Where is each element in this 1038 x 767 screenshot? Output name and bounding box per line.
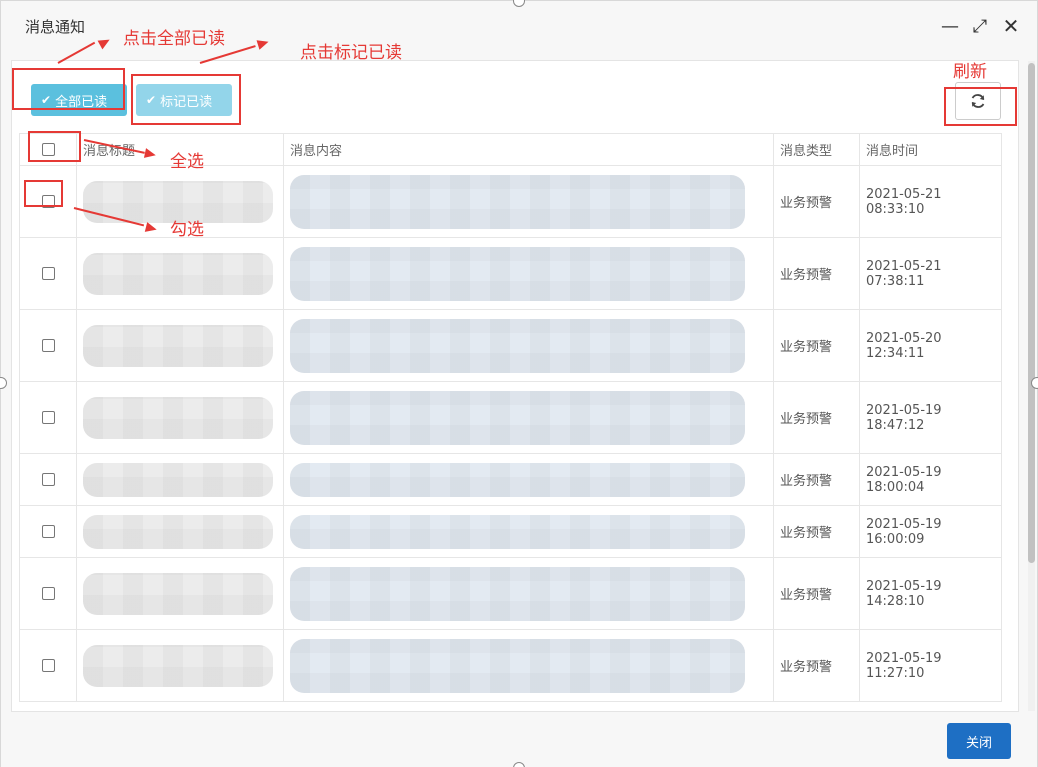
redacted-title [83, 644, 273, 687]
row-type: 业务预警 [773, 237, 860, 310]
row-check-cell [19, 381, 77, 454]
close-button[interactable]: 关闭 [947, 723, 1011, 759]
dialog-title: 消息通知 [25, 18, 86, 36]
row-check-cell [19, 309, 77, 382]
message-table: 消息标题 消息内容 消息类型 消息时间 业务预警 2021-05-21 08:3… [19, 133, 1002, 702]
minimize-icon[interactable]: — [939, 15, 961, 37]
redacted-content [290, 246, 745, 301]
redacted-title [83, 514, 273, 549]
row-check-cell [19, 237, 77, 310]
row-check-cell [19, 505, 77, 558]
row-time: 2021-05-19 16:00:09 [859, 505, 1002, 558]
row-content [283, 453, 774, 506]
header-time: 消息时间 [859, 133, 1002, 166]
annotation-box-mark-read [131, 74, 241, 125]
row-time: 2021-05-19 11:27:10 [859, 629, 1002, 702]
row-time: 2021-05-21 07:38:11 [859, 237, 1002, 310]
row-time: 2021-05-19 18:00:04 [859, 453, 1002, 506]
dialog-footer [1, 712, 1037, 767]
row-checkbox[interactable] [41, 267, 55, 280]
table-row[interactable]: 业务预警 2021-05-19 14:28:10 [19, 557, 1002, 630]
redacted-content [290, 462, 745, 497]
redacted-title [83, 396, 273, 439]
annotation-arrow-head [143, 148, 157, 161]
row-checkbox[interactable] [41, 659, 55, 672]
redacted-content [290, 638, 745, 693]
redacted-content [290, 174, 745, 229]
redacted-content [290, 566, 745, 621]
row-title [76, 453, 284, 506]
resize-handle-bottom[interactable] [513, 762, 525, 767]
annotation-box-mark-all-read [12, 68, 125, 110]
row-type: 业务预警 [773, 381, 860, 454]
row-check-cell [19, 557, 77, 630]
row-time: 2021-05-19 18:47:12 [859, 381, 1002, 454]
row-time: 2021-05-19 14:28:10 [859, 557, 1002, 630]
message-panel: ✔ 全部已读 ✔ 标记已读 消息标题 消息内容 消息类型 消息时间 业务预警 2… [11, 60, 1019, 712]
table-row[interactable]: 业务预警 2021-05-19 16:00:09 [19, 505, 1002, 558]
row-check-cell [19, 629, 77, 702]
annotation-box-check-one [24, 180, 63, 207]
row-content [283, 309, 774, 382]
resize-handle-left[interactable] [0, 377, 7, 389]
row-content [283, 237, 774, 310]
table-row[interactable]: 业务预警 2021-05-21 08:33:10 [19, 165, 1002, 238]
row-title [76, 557, 284, 630]
row-content [283, 629, 774, 702]
table-row[interactable]: 业务预警 2021-05-19 18:47:12 [19, 381, 1002, 454]
row-type: 业务预警 [773, 629, 860, 702]
row-content [283, 165, 774, 238]
maximize-icon[interactable]: ⤢ [969, 15, 991, 37]
redacted-content [290, 514, 745, 549]
row-title [76, 381, 284, 454]
header-type: 消息类型 [773, 133, 860, 166]
row-title [76, 629, 284, 702]
row-title [76, 237, 284, 310]
row-check-cell [19, 453, 77, 506]
annotation-mark-all-read: 点击全部已读 [123, 29, 225, 49]
row-checkbox[interactable] [41, 339, 55, 352]
redacted-content [290, 318, 745, 373]
row-time: 2021-05-21 08:33:10 [859, 165, 1002, 238]
close-icon[interactable]: ✕ [1000, 14, 1022, 38]
redacted-title [83, 324, 273, 367]
redacted-content [290, 390, 745, 445]
row-type: 业务预警 [773, 453, 860, 506]
header-content: 消息内容 [283, 133, 774, 166]
redacted-title [83, 252, 273, 295]
annotation-select-all: 全选 [170, 152, 204, 172]
annotation-check-one: 勾选 [170, 220, 204, 240]
table-row[interactable]: 业务预警 2021-05-19 18:00:04 [19, 453, 1002, 506]
row-type: 业务预警 [773, 557, 860, 630]
row-title [76, 505, 284, 558]
annotation-refresh: 刷新 [953, 62, 987, 82]
table-header-row: 消息标题 消息内容 消息类型 消息时间 [19, 133, 1002, 166]
resize-handle-right[interactable] [1031, 377, 1038, 389]
row-checkbox[interactable] [41, 411, 55, 424]
row-content [283, 381, 774, 454]
table-row[interactable]: 业务预警 2021-05-20 12:34:11 [19, 309, 1002, 382]
redacted-title [83, 462, 273, 497]
scrollbar-thumb[interactable] [1028, 63, 1035, 563]
redacted-title [83, 572, 273, 615]
table-row[interactable]: 业务预警 2021-05-19 11:27:10 [19, 629, 1002, 702]
row-checkbox[interactable] [41, 525, 55, 538]
row-content [283, 505, 774, 558]
row-type: 业务预警 [773, 165, 860, 238]
annotation-mark-read: 点击标记已读 [300, 43, 402, 63]
row-checkbox[interactable] [41, 587, 55, 600]
row-type: 业务预警 [773, 505, 860, 558]
annotation-box-refresh [944, 87, 1017, 126]
row-title [76, 309, 284, 382]
row-content [283, 557, 774, 630]
row-type: 业务预警 [773, 309, 860, 382]
annotation-box-select-all [28, 131, 81, 162]
table-row[interactable]: 业务预警 2021-05-21 07:38:11 [19, 237, 1002, 310]
row-checkbox[interactable] [41, 473, 55, 486]
row-time: 2021-05-20 12:34:11 [859, 309, 1002, 382]
